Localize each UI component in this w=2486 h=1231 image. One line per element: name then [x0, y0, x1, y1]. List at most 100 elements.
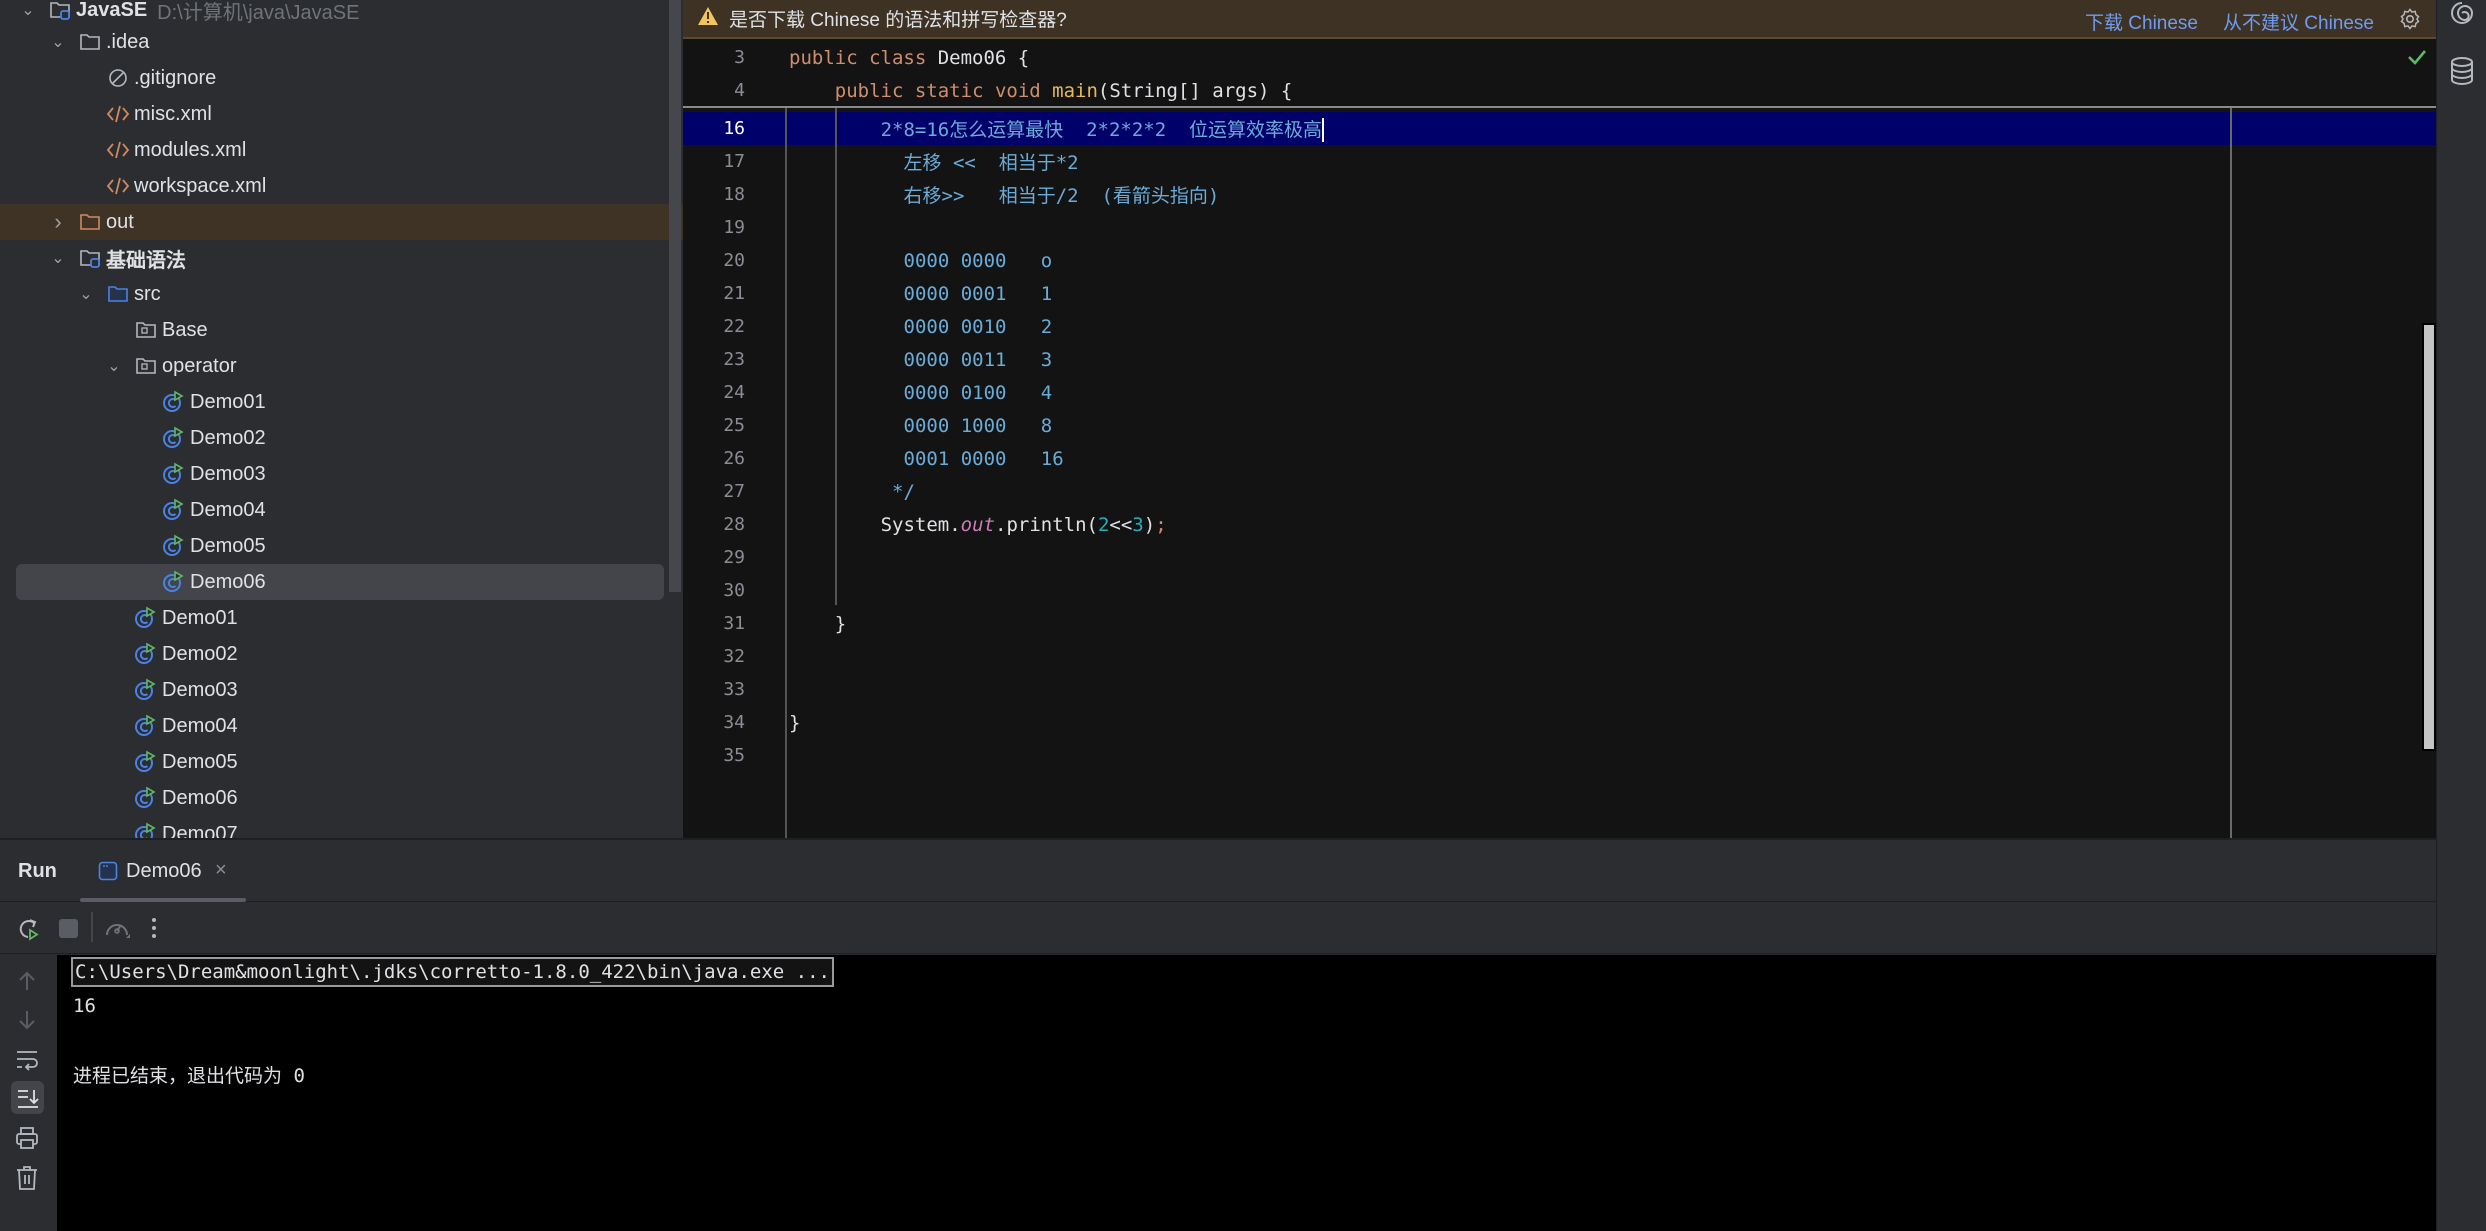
tree-item[interactable]: Demo04: [0, 708, 668, 744]
more-options-icon[interactable]: [150, 916, 158, 945]
editor-scrollbar[interactable]: [2422, 323, 2436, 751]
tree-item[interactable]: Demo06: [0, 780, 668, 816]
tree-item[interactable]: Demo04: [0, 492, 668, 528]
tree-item[interactable]: Demo01: [0, 384, 668, 420]
code-text: 0000 0011 3: [904, 349, 1053, 371]
line-number[interactable]: 25: [683, 415, 745, 436]
tree-item[interactable]: Base: [0, 312, 668, 348]
tree-item[interactable]: Demo02: [0, 420, 668, 456]
stop-icon[interactable]: [59, 919, 78, 943]
tree-item[interactable]: modules.xml: [0, 132, 668, 168]
code-line[interactable]: 19: [683, 211, 2436, 244]
tree-item[interactable]: Demo07: [0, 816, 668, 838]
code-line[interactable]: 4 public static void main(String[] args) …: [683, 74, 2436, 107]
code-line[interactable]: 26 0001 0000 16: [683, 442, 2436, 475]
code-line[interactable]: 29: [683, 541, 2436, 574]
sidebar-scrollbar[interactable]: [669, 0, 681, 592]
chevron-down-icon[interactable]: ⌄: [48, 32, 68, 52]
tree-item[interactable]: Demo05: [0, 528, 668, 564]
never-suggest-chinese-link[interactable]: 从不建议 Chinese: [2223, 8, 2374, 35]
scroll-up-icon[interactable]: [15, 969, 39, 998]
code-line[interactable]: 34}: [683, 706, 2436, 739]
code-line[interactable]: 21 0000 0001 1: [683, 277, 2436, 310]
line-number[interactable]: 24: [683, 382, 745, 403]
tree-item[interactable]: Demo03: [0, 672, 668, 708]
code-line[interactable]: 27 */: [683, 475, 2436, 508]
line-number[interactable]: 19: [683, 217, 745, 238]
code-line[interactable]: 16 2*8=16怎么运算最快 2*2*2*2 位运算效率极高: [683, 112, 2436, 145]
line-number[interactable]: 18: [683, 184, 745, 205]
tree-item[interactable]: workspace.xml: [0, 168, 668, 204]
console-command-line[interactable]: C:\Users\Dream&moonlight\.jdks\corretto-…: [71, 957, 834, 987]
tree-item[interactable]: Demo05: [0, 744, 668, 780]
line-number[interactable]: 31: [683, 613, 745, 634]
tree-item[interactable]: › out: [0, 204, 683, 240]
line-number[interactable]: 20: [683, 250, 745, 271]
tree-item[interactable]: ⌄ 基础语法: [0, 240, 668, 276]
code-line[interactable]: 30: [683, 574, 2436, 607]
database-icon[interactable]: [2449, 56, 2475, 91]
run-tab-demo06[interactable]: Demo06 ×: [80, 840, 246, 902]
code-line[interactable]: 22 0000 0010 2: [683, 310, 2436, 343]
code-editor[interactable]: 是否下载 Chinese 的语法和拼写检查器? 下载 Chinese 从不建议 …: [683, 0, 2436, 838]
line-number[interactable]: 16: [683, 118, 745, 139]
line-number[interactable]: 26: [683, 448, 745, 469]
code-line[interactable]: 24 0000 0100 4: [683, 376, 2436, 409]
chevron-down-icon[interactable]: ⌄: [48, 248, 68, 268]
tree-item[interactable]: .gitignore: [0, 60, 668, 96]
line-number[interactable]: 35: [683, 745, 745, 766]
code-line[interactable]: 18 右移>> 相当于/2 (看箭头指向): [683, 178, 2436, 211]
line-number[interactable]: 23: [683, 349, 745, 370]
tree-item[interactable]: ⌄ src: [0, 276, 668, 312]
close-tab-icon[interactable]: ×: [215, 859, 227, 882]
line-number[interactable]: 4: [683, 80, 745, 101]
clear-icon[interactable]: [15, 1165, 39, 1196]
rerun-icon[interactable]: [15, 916, 41, 947]
chevron-right-icon[interactable]: ›: [48, 209, 68, 234]
tree-item[interactable]: ⌄ .idea: [0, 24, 668, 60]
line-number[interactable]: 28: [683, 514, 745, 535]
code-line[interactable]: 3 public class Demo06 {: [683, 41, 2436, 74]
code-line[interactable]: 33: [683, 673, 2436, 706]
tree-item[interactable]: Demo06: [16, 564, 664, 600]
line-number[interactable]: 17: [683, 151, 745, 172]
console-output[interactable]: C:\Users\Dream&moonlight\.jdks\corretto-…: [57, 955, 2436, 1231]
tree-item[interactable]: ⌄ operator: [0, 348, 668, 384]
tree-item[interactable]: Demo02: [0, 636, 668, 672]
line-number[interactable]: 22: [683, 316, 745, 337]
print-icon[interactable]: [15, 1126, 39, 1155]
chevron-down-icon[interactable]: ⌄: [104, 356, 124, 376]
chevron-down-icon[interactable]: ⌄: [76, 284, 96, 304]
line-number[interactable]: 32: [683, 646, 745, 667]
code-line[interactable]: 23 0000 0011 3: [683, 343, 2436, 376]
chevron-down-icon[interactable]: ⌄: [18, 0, 38, 20]
line-number[interactable]: 27: [683, 481, 745, 502]
code-token: 2: [1097, 513, 1110, 536]
scroll-to-end-icon[interactable]: [11, 1081, 44, 1114]
code-line[interactable]: 20 0000 0000 o: [683, 244, 2436, 277]
ai-assistant-icon[interactable]: [2449, 0, 2475, 31]
profiler-icon[interactable]: [104, 916, 130, 945]
line-number[interactable]: 29: [683, 547, 745, 568]
soft-wrap-icon[interactable]: [15, 1048, 39, 1077]
code-line[interactable]: 17 左移 << 相当于*2: [683, 145, 2436, 178]
gear-icon[interactable]: [2398, 7, 2422, 37]
code-line[interactable]: 31}: [683, 607, 2436, 640]
tree-item[interactable]: Demo03: [0, 456, 668, 492]
code-line[interactable]: 25 0000 1000 8: [683, 409, 2436, 442]
tree-item[interactable]: misc.xml: [0, 96, 668, 132]
line-number[interactable]: 21: [683, 283, 745, 304]
code-line[interactable]: 32: [683, 640, 2436, 673]
line-number[interactable]: 33: [683, 679, 745, 700]
code-line[interactable]: 28 System.out.println(2<<3);: [683, 508, 2436, 541]
line-number[interactable]: 34: [683, 712, 745, 733]
code-token: System.: [880, 513, 961, 536]
tree-item[interactable]: Demo01: [0, 600, 668, 636]
tree-item-label: Demo07: [162, 822, 238, 839]
scroll-down-icon[interactable]: [15, 1008, 39, 1037]
code-line[interactable]: 35: [683, 739, 2436, 772]
download-chinese-link[interactable]: 下载 Chinese: [2085, 8, 2198, 35]
line-number[interactable]: 3: [683, 47, 745, 68]
sticky-lines-separator: [683, 106, 2436, 108]
line-number[interactable]: 30: [683, 580, 745, 601]
